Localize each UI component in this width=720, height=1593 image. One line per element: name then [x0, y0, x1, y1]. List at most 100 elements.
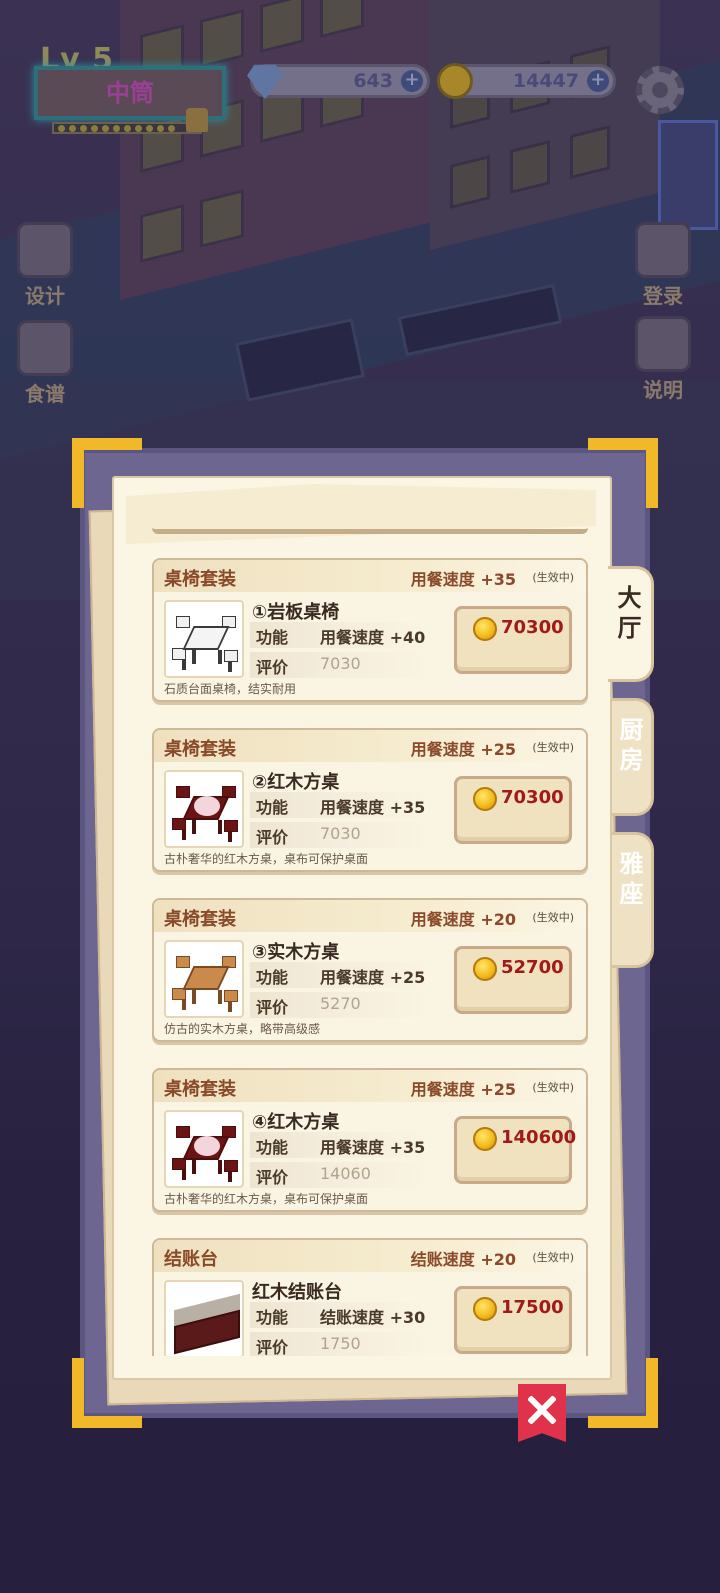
- card-header: 结账台 结账速度 +20 (生效中): [154, 1240, 586, 1272]
- buy-button[interactable]: 17500: [454, 1286, 572, 1354]
- tab-label: 大厅: [617, 584, 642, 642]
- game-screen: { "hud": { "level": "Lv 5", "rank": "中筒"…: [0, 0, 720, 1593]
- list-item: 桌椅套装 用餐速度 +25 (生效中) ④红木方桌 功能 用餐速度 +35 评价…: [152, 1068, 588, 1212]
- rating-value: 7030: [320, 824, 361, 843]
- rating-label: 评价: [256, 658, 289, 677]
- furniture-icon: [170, 948, 242, 1014]
- item-image: [164, 1280, 244, 1356]
- add-gold-icon[interactable]: +: [587, 70, 609, 92]
- gear-icon[interactable]: [636, 66, 684, 114]
- item-name: ③实木方桌: [252, 942, 340, 963]
- price-value: 52700: [501, 957, 564, 978]
- card-header: 桌椅套装 用餐速度 +25 (生效中): [154, 1070, 586, 1102]
- gold-coin-icon: [473, 787, 497, 811]
- active-effect: 结账速度 +20: [410, 1250, 516, 1269]
- item-description: 古朴奢华的红木方桌，桌布可保护桌面: [164, 852, 369, 866]
- side-button-help[interactable]: 说明: [618, 316, 708, 403]
- item-category: 桌椅套装: [164, 1079, 236, 1100]
- gold-coin-icon: [473, 1127, 497, 1151]
- frame-corner: [588, 1358, 658, 1428]
- card-header: 桌椅套装 用餐速度 +20 (生效中): [154, 900, 586, 932]
- function-label: 功能: [256, 1308, 289, 1327]
- buy-button[interactable]: 70300: [454, 606, 572, 674]
- item-category: 桌椅套装: [164, 739, 236, 760]
- active-tag: (生效中): [532, 741, 574, 754]
- rating-label: 评价: [256, 1168, 289, 1187]
- active-effect: 用餐速度 +35: [410, 570, 516, 589]
- buy-button[interactable]: 140600: [454, 1116, 576, 1184]
- buy-button[interactable]: 70300: [454, 776, 572, 844]
- item-category: 桌椅套装: [164, 569, 236, 590]
- rating-value: 14060: [320, 1164, 371, 1183]
- item-name: 红木结账台: [252, 1282, 342, 1303]
- side-button-login[interactable]: 登录: [618, 222, 708, 309]
- price-value: 140600: [501, 1127, 577, 1148]
- rating-value: 1750: [320, 1334, 361, 1353]
- card-header: 桌椅套装 用餐速度 +25 (生效中): [154, 730, 586, 762]
- side-button-design[interactable]: 设计: [0, 222, 90, 309]
- item-description: 仿古的实木方桌，略带高级感: [164, 1022, 321, 1036]
- active-tag: (生效中): [532, 911, 574, 924]
- active-effect: 用餐速度 +25: [410, 740, 516, 759]
- item-name: ②红木方桌: [252, 772, 340, 793]
- side-button-recipes[interactable]: 食谱: [0, 320, 90, 407]
- function-value: 用餐速度 +35: [320, 1138, 426, 1157]
- gold-coin-icon: [437, 63, 473, 99]
- side-label: 食谱: [25, 382, 65, 406]
- rating-label: 评价: [256, 1338, 289, 1356]
- item-description: 古朴奢华的红木方桌，桌布可保护桌面: [164, 1192, 369, 1206]
- item-category: 结账台: [164, 1249, 218, 1270]
- rating-value: 5270: [320, 994, 361, 1013]
- function-label: 功能: [256, 968, 289, 987]
- price-value: 70300: [501, 617, 564, 638]
- gold-coin-icon: [473, 1297, 497, 1321]
- tab-hall[interactable]: 大厅: [608, 566, 654, 682]
- gem-value: 643: [353, 70, 393, 92]
- side-label: 设计: [25, 284, 65, 308]
- list-top-edge: [152, 526, 588, 534]
- tab-private-room[interactable]: 雅座: [612, 832, 654, 968]
- active-effect: 用餐速度 +25: [410, 1080, 516, 1099]
- calendar-icon: [635, 222, 691, 278]
- function-value: 结账速度 +30: [320, 1308, 426, 1327]
- add-gems-icon[interactable]: +: [401, 70, 423, 92]
- active-tag: (生效中): [532, 571, 574, 584]
- gold-counter[interactable]: 14447 +: [437, 63, 616, 99]
- list-item: 桌椅套装 用餐速度 +20 (生效中) ③实木方桌 功能 用餐速度 +25 评价…: [152, 898, 588, 1042]
- gold-coin-icon: [473, 957, 497, 981]
- item-description: 石质台面桌椅，结实耐用: [164, 682, 297, 696]
- furniture-icon: [170, 1118, 242, 1184]
- item-image: [164, 600, 244, 678]
- list-item: 结账台 结账速度 +20 (生效中) 红木结账台 功能 结账速度 +30 评价 …: [152, 1238, 588, 1356]
- function-label: 功能: [256, 798, 289, 817]
- dish-icon: [17, 320, 73, 376]
- price-value: 17500: [501, 1297, 564, 1318]
- function-label: 功能: [256, 628, 289, 647]
- item-list[interactable]: 桌椅套装 用餐速度 +35 (生效中) ①岩板桌椅 功能 用餐速度 +40 评价…: [152, 558, 588, 1356]
- function-value: 用餐速度 +40: [320, 628, 426, 647]
- side-label: 说明: [643, 378, 683, 402]
- item-image: [164, 770, 244, 848]
- item-name: ④红木方桌: [252, 1112, 340, 1133]
- buy-button[interactable]: 52700: [454, 946, 572, 1014]
- item-name: ①岩板桌椅: [252, 602, 340, 623]
- level-progress: [52, 122, 202, 134]
- card-header: 桌椅套装 用餐速度 +35 (生效中): [154, 560, 586, 592]
- active-effect: 用餐速度 +20: [410, 910, 516, 929]
- item-category: 桌椅套装: [164, 909, 236, 930]
- rating-value: 7030: [320, 654, 361, 673]
- price-value: 70300: [501, 787, 564, 808]
- gem-counter[interactable]: 643 +: [247, 64, 430, 99]
- list-item: 桌椅套装 用餐速度 +25 (生效中) ②红木方桌 功能 用餐速度 +35 评价…: [152, 728, 588, 872]
- function-value: 用餐速度 +35: [320, 798, 426, 817]
- tab-kitchen[interactable]: 厨房: [612, 698, 654, 816]
- item-image: [164, 1110, 244, 1188]
- furniture-icon: [170, 778, 242, 844]
- gold-value: 14447: [512, 70, 579, 92]
- rating-label: 评价: [256, 998, 289, 1017]
- tab-label: 雅座: [619, 850, 644, 908]
- chef-hat-icon: [17, 222, 73, 278]
- side-label: 登录: [643, 284, 683, 308]
- active-tag: (生效中): [532, 1081, 574, 1094]
- frame-corner: [72, 438, 142, 508]
